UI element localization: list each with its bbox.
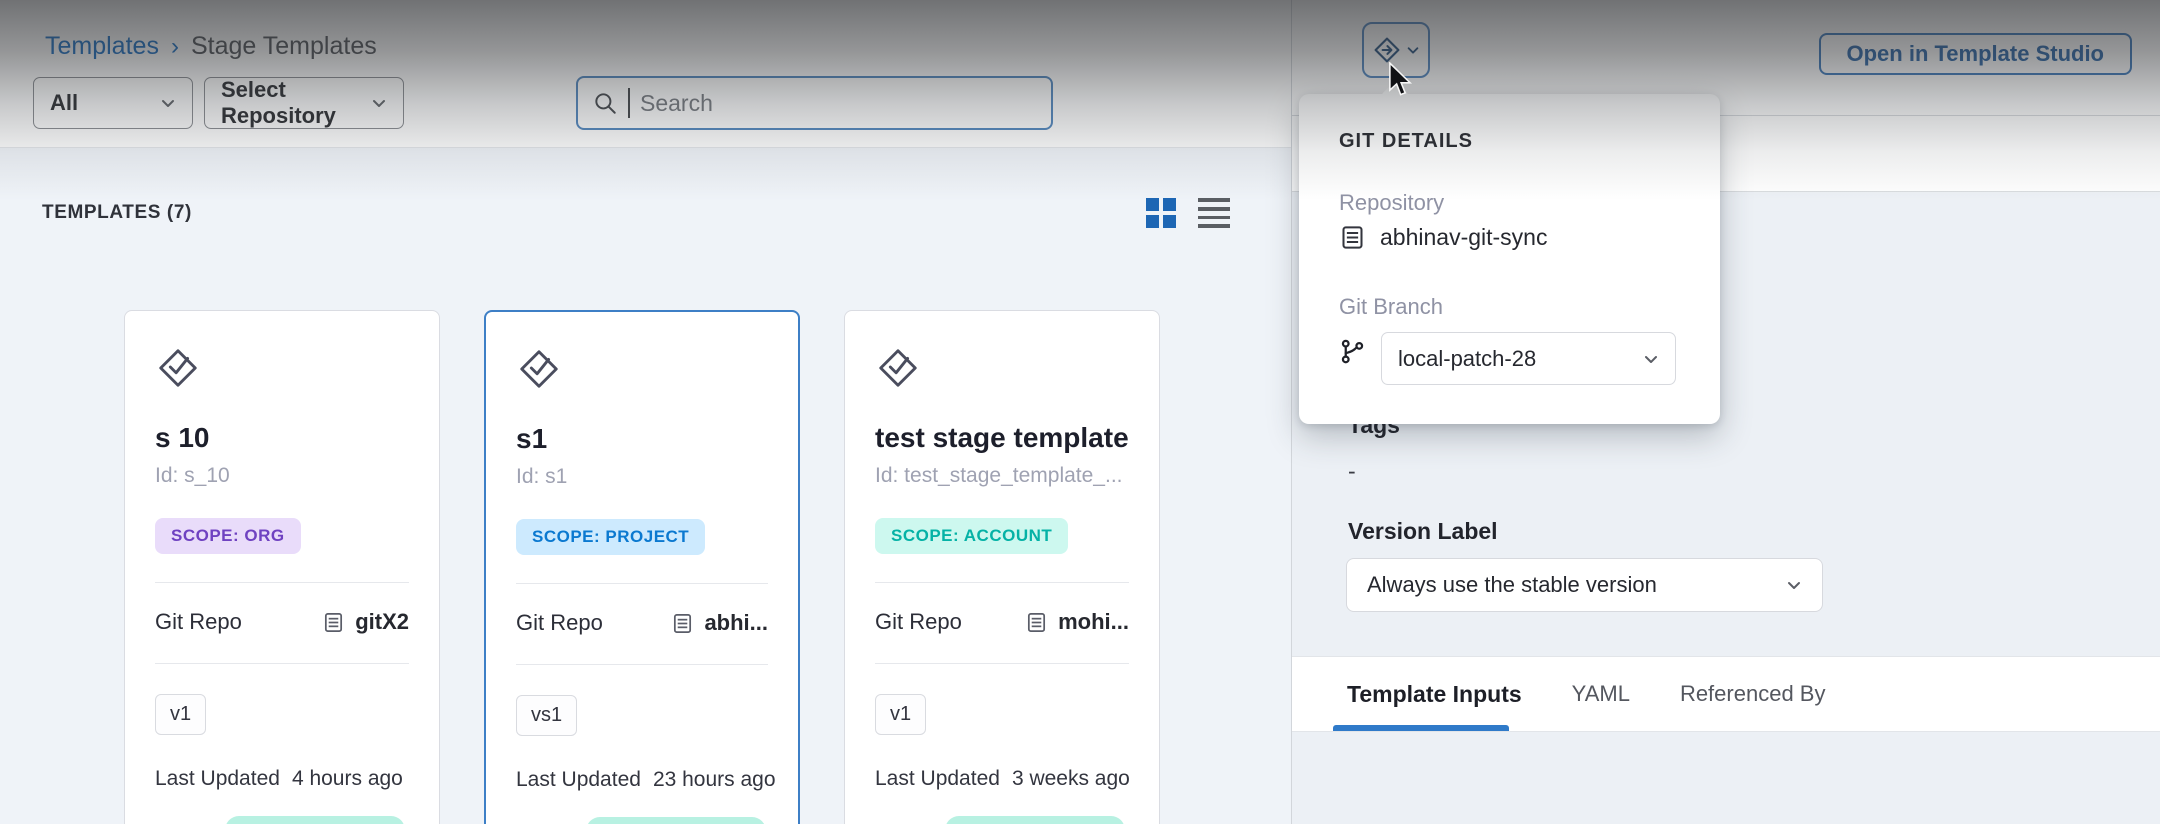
divider [155, 663, 409, 664]
popover-title: GIT DETAILS [1339, 130, 1473, 153]
template-id: Id: test_stage_template_... [875, 464, 1129, 488]
scope-badge: SCOPE: ORG [155, 518, 301, 554]
open-in-template-studio-button[interactable]: Open in Template Studio [1819, 33, 2133, 75]
git-repo-label: Git Repo [875, 609, 962, 635]
version-chip: v1 [875, 694, 926, 735]
scope-filter-dropdown[interactable]: All [33, 77, 193, 129]
breadcrumb-templates-link[interactable]: Templates [45, 32, 159, 61]
version-label-title: Version Label [1348, 518, 1498, 545]
template-cards-row: s 10 Id: s_10 SCOPE: ORG Git Repo gitX2 … [124, 310, 1160, 824]
last-updated-row: Last Updated 4 hours ago [155, 767, 409, 791]
chevron-down-icon [1406, 43, 1420, 57]
tab-yaml[interactable]: YAML [1572, 681, 1630, 707]
last-updated-label: Last Updated [155, 767, 280, 791]
templates-count-header: TEMPLATES (7) [42, 202, 192, 224]
search-icon [592, 90, 618, 116]
template-details-panel: Open in Template Studio GIT DETAILS Repo… [1292, 0, 2160, 824]
last-updated-label: Last Updated [875, 767, 1000, 791]
repository-filter-value: Select Repository [221, 77, 371, 129]
template-title: test stage template ... [875, 422, 1129, 454]
divider [516, 664, 768, 665]
git-repo-row: Git Repo abhi... [516, 610, 768, 636]
scope-filter-value: All [50, 90, 78, 116]
details-tabbar: Template Inputs YAML Referenced By [1292, 656, 2160, 732]
stage-template-icon [875, 345, 921, 391]
repository-icon [671, 612, 694, 635]
repository-filter-dropdown[interactable]: Select Repository [204, 77, 404, 129]
active-tab-underline [1333, 725, 1509, 731]
template-id: Id: s1 [516, 465, 768, 489]
divider [516, 583, 768, 584]
stage-template-icon [155, 345, 201, 391]
divider [875, 663, 1129, 664]
search-input[interactable] [640, 90, 1037, 117]
repository-icon [1025, 611, 1048, 634]
divider [155, 582, 409, 583]
last-updated-value: 3 weeks ago [1012, 767, 1130, 791]
version-chip: v1 [155, 694, 206, 735]
template-title: s 10 [155, 422, 409, 454]
git-branch-value: local-patch-28 [1398, 346, 1536, 372]
git-repo-label: Git Repo [516, 610, 603, 636]
repository-icon [1339, 224, 1366, 251]
repository-name: abhinav-git-sync [1380, 224, 1547, 251]
version-label-value: Always use the stable version [1367, 572, 1657, 598]
chevron-down-icon [160, 95, 176, 111]
git-branch-icon [1339, 338, 1366, 370]
git-branch-dropdown[interactable]: local-patch-28 [1381, 332, 1676, 385]
last-updated-row: Last Updated 23 hours ago [516, 768, 768, 792]
text-cursor [628, 88, 630, 118]
git-repo-row: Git Repo gitX2 [155, 609, 409, 635]
stable-badge [225, 816, 405, 824]
repository-label: Repository [1339, 190, 1444, 216]
chevron-down-icon [1643, 351, 1659, 367]
version-chip: vs1 [516, 695, 577, 736]
search-box [576, 76, 1053, 130]
list-view-icon[interactable] [1198, 198, 1228, 228]
git-repo-row: Git Repo mohi... [875, 609, 1129, 635]
template-card-s1[interactable]: s1 Id: s1 SCOPE: PROJECT Git Repo abhi..… [484, 310, 800, 824]
git-repo-label: Git Repo [155, 609, 242, 635]
tags-value: - [1348, 458, 1356, 485]
template-card-s10[interactable]: s 10 Id: s_10 SCOPE: ORG Git Repo gitX2 … [124, 310, 440, 824]
repository-icon [322, 611, 345, 634]
template-card-test-stage[interactable]: test stage template ... Id: test_stage_t… [844, 310, 1160, 824]
template-title: s1 [516, 423, 768, 455]
last-updated-row: Last Updated 3 weeks ago [875, 767, 1129, 791]
last-updated-value: 23 hours ago [653, 768, 776, 792]
git-sync-icon [1373, 36, 1401, 64]
templates-list-panel: Templates › Stage Templates All Select R… [0, 0, 1292, 824]
git-details-popover: GIT DETAILS Repository abhinav-git-sync … [1299, 94, 1720, 424]
last-updated-label: Last Updated [516, 768, 641, 792]
scope-badge: SCOPE: ACCOUNT [875, 518, 1068, 554]
tab-referenced-by[interactable]: Referenced By [1680, 681, 1826, 707]
git-repo-value: abhi... [704, 610, 768, 636]
cursor-pointer [1386, 62, 1414, 98]
breadcrumb-current: Stage Templates [191, 32, 377, 61]
chevron-down-icon [371, 95, 387, 111]
scope-badge: SCOPE: PROJECT [516, 519, 705, 555]
chevron-down-icon [1786, 577, 1802, 593]
breadcrumb: Templates › Stage Templates [45, 32, 377, 61]
git-repo-value: mohi... [1058, 609, 1129, 635]
template-id: Id: s_10 [155, 464, 409, 488]
stage-template-icon [516, 346, 562, 392]
tab-template-inputs[interactable]: Template Inputs [1347, 681, 1522, 708]
last-updated-value: 4 hours ago [292, 767, 403, 791]
breadcrumb-separator: › [171, 33, 179, 61]
git-branch-label: Git Branch [1339, 294, 1443, 320]
grid-view-icon[interactable] [1146, 198, 1176, 228]
git-repo-value: gitX2 [355, 609, 409, 635]
repository-row: abhinav-git-sync [1339, 224, 1547, 251]
stable-badge [586, 817, 766, 824]
version-label-dropdown[interactable]: Always use the stable version [1346, 558, 1823, 612]
divider [875, 582, 1129, 583]
stable-badge [945, 816, 1125, 824]
